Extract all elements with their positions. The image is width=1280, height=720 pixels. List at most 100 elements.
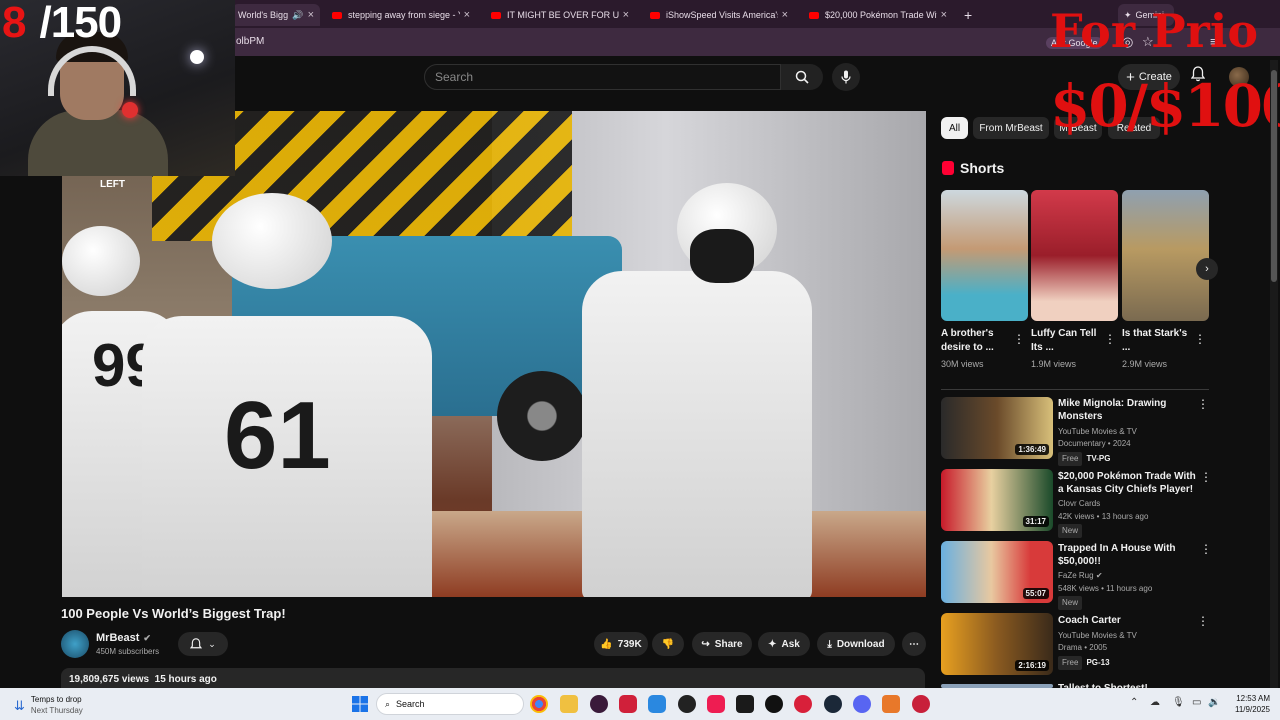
- browser-tab[interactable]: stepping away from siege - You ×: [326, 4, 476, 26]
- short-title[interactable]: Luffy Can Tell Its ...: [1031, 327, 1103, 355]
- app-icon[interactable]: [794, 695, 812, 713]
- app-icon[interactable]: [648, 695, 666, 713]
- taskbar-search[interactable]: ⌕ Search: [376, 693, 524, 715]
- counter-total: /150: [39, 0, 122, 47]
- close-icon[interactable]: ×: [941, 9, 947, 21]
- thumbs-down-icon: 👎: [661, 638, 675, 650]
- more-vert-icon[interactable]: ⋮: [1197, 614, 1209, 628]
- download-button[interactable]: ⤓ Download: [817, 632, 895, 656]
- subscribed-notifications-button[interactable]: ⌄: [178, 632, 228, 656]
- recommendation-title[interactable]: Mike Mignola: Drawing Monsters: [1058, 397, 1198, 423]
- search-button[interactable]: [781, 64, 823, 90]
- microphone-icon[interactable]: 🎙: [1172, 697, 1185, 708]
- recommendation-channel-text: FaZe Rug: [1058, 571, 1094, 580]
- short-thumbnail[interactable]: [1031, 190, 1118, 321]
- more-vert-icon[interactable]: ⋮: [1200, 470, 1212, 484]
- share-icon: ↪: [701, 638, 710, 650]
- recommendation-title[interactable]: Trapped In A House With $50,000!!: [1058, 542, 1198, 568]
- browser-tab[interactable]: IT MIGHT BE OVER FOR US - Yo ×: [485, 4, 635, 26]
- like-button[interactable]: 👍 739K: [594, 632, 648, 656]
- browser-tab[interactable]: $20,000 Pokémon Trade With a ×: [803, 4, 953, 26]
- voice-search-button[interactable]: [832, 63, 860, 91]
- app-icon[interactable]: [912, 695, 930, 713]
- short-title[interactable]: A brother's desire to ...: [941, 327, 1013, 355]
- browser-tab[interactable]: World's Bigg 🔊 ×: [232, 4, 320, 26]
- rating-badge: TV-PG: [1086, 454, 1111, 463]
- url-text[interactable]: olbPM: [236, 36, 264, 47]
- person-suit: [582, 271, 812, 597]
- scrollbar-thumb[interactable]: [1271, 70, 1277, 282]
- app-icon[interactable]: [678, 695, 696, 713]
- more-actions-button[interactable]: ⋯: [902, 632, 926, 656]
- close-icon[interactable]: ×: [464, 9, 470, 21]
- more-vert-icon[interactable]: ⋮: [1194, 332, 1206, 346]
- channel-avatar[interactable]: [61, 630, 89, 658]
- windows-start-icon[interactable]: [351, 695, 369, 713]
- cloud-icon[interactable]: ☁: [1150, 697, 1160, 708]
- ask-button[interactable]: ✦ Ask: [758, 632, 810, 656]
- file-explorer-icon[interactable]: [560, 695, 578, 713]
- person-helmet: [62, 226, 140, 296]
- dislike-button[interactable]: 👎: [652, 632, 684, 656]
- close-icon[interactable]: ×: [782, 9, 788, 21]
- recommendation-title[interactable]: $20,000 Pokémon Trade With a Kansas City…: [1058, 470, 1198, 496]
- microphone-light: [122, 102, 138, 118]
- more-vert-icon[interactable]: ⋮: [1013, 332, 1025, 346]
- search-input[interactable]: Search: [424, 64, 781, 90]
- video-duration: 31:17: [1022, 516, 1049, 527]
- short-thumbnail[interactable]: [1122, 190, 1209, 321]
- recommendation-thumbnail[interactable]: 31:17: [941, 469, 1053, 531]
- display-icon[interactable]: ▭: [1192, 697, 1201, 708]
- chevron-up-icon[interactable]: ⌃: [1130, 697, 1138, 708]
- tiktok-icon[interactable]: [707, 695, 725, 713]
- jersey-number: 61: [224, 382, 331, 489]
- verified-icon: ✔: [1095, 571, 1103, 580]
- weather-icon: ⇊: [14, 697, 25, 713]
- short-thumbnail[interactable]: [941, 190, 1028, 321]
- chip-label: All: [948, 122, 961, 134]
- chip-from-mrbeast[interactable]: From MrBeast: [973, 117, 1049, 139]
- recommendation-channel: YouTube Movies & TV: [1058, 631, 1137, 640]
- verified-icon: ✔: [143, 632, 151, 643]
- close-icon[interactable]: ×: [308, 9, 314, 21]
- recommendation-thumbnail[interactable]: 1:36:49: [941, 397, 1053, 459]
- chrome-icon[interactable]: [530, 695, 548, 713]
- share-button[interactable]: ↪ Share: [692, 632, 752, 656]
- new-tab-button[interactable]: +: [958, 4, 980, 26]
- tab-label: stepping away from siege - You: [348, 10, 460, 20]
- app-icon[interactable]: [882, 695, 900, 713]
- tab-label: iShowSpeed Visits America's SC: [666, 10, 778, 20]
- recommendation-thumbnail[interactable]: 55:07: [941, 541, 1053, 603]
- short-title[interactable]: Is that Stark's ...: [1122, 327, 1194, 355]
- more-vert-icon[interactable]: ⋮: [1200, 542, 1212, 556]
- tab-label: $20,000 Pokémon Trade With a: [825, 10, 937, 20]
- clock-time: 12:53 AM: [1236, 694, 1270, 703]
- new-badge: New: [1058, 524, 1083, 538]
- recommendation-title[interactable]: Coach Carter: [1058, 614, 1198, 627]
- discord-icon[interactable]: [853, 695, 871, 713]
- volume-icon[interactable]: 🔉: [1208, 697, 1220, 708]
- app-icon[interactable]: [590, 695, 608, 713]
- weather-widget[interactable]: ⇊ Temps to drop Next Thursday: [14, 694, 83, 716]
- more-vert-icon[interactable]: ⋮: [1197, 397, 1209, 411]
- speaker-icon: 🔊: [292, 9, 304, 20]
- video-player[interactable]: LEFT 99 61: [62, 111, 926, 597]
- short-views: 30M views: [941, 359, 984, 369]
- recommendation-channel: FaZe Rug ✔: [1058, 570, 1103, 582]
- free-badge: Free: [1058, 656, 1083, 670]
- app-icon[interactable]: [619, 695, 637, 713]
- streamer-webcam: 8/150: [0, 0, 235, 176]
- rating-badge: PG-13: [1086, 658, 1110, 667]
- close-icon[interactable]: ×: [623, 9, 629, 21]
- chip-all[interactable]: All: [941, 117, 968, 139]
- app-icon[interactable]: [765, 695, 783, 713]
- system-clock[interactable]: 12:53 AM 11/9/2025: [1226, 693, 1270, 715]
- shorts-next-button[interactable]: ›: [1196, 258, 1218, 280]
- app-icon[interactable]: [736, 695, 754, 713]
- browser-tab[interactable]: iShowSpeed Visits America's SC ×: [644, 4, 794, 26]
- download-label: Download: [836, 638, 885, 650]
- steam-icon[interactable]: [824, 695, 842, 713]
- more-vert-icon[interactable]: ⋮: [1104, 332, 1116, 346]
- channel-name[interactable]: MrBeast ✔: [96, 632, 151, 644]
- recommendation-thumbnail[interactable]: 2:16:19: [941, 613, 1053, 675]
